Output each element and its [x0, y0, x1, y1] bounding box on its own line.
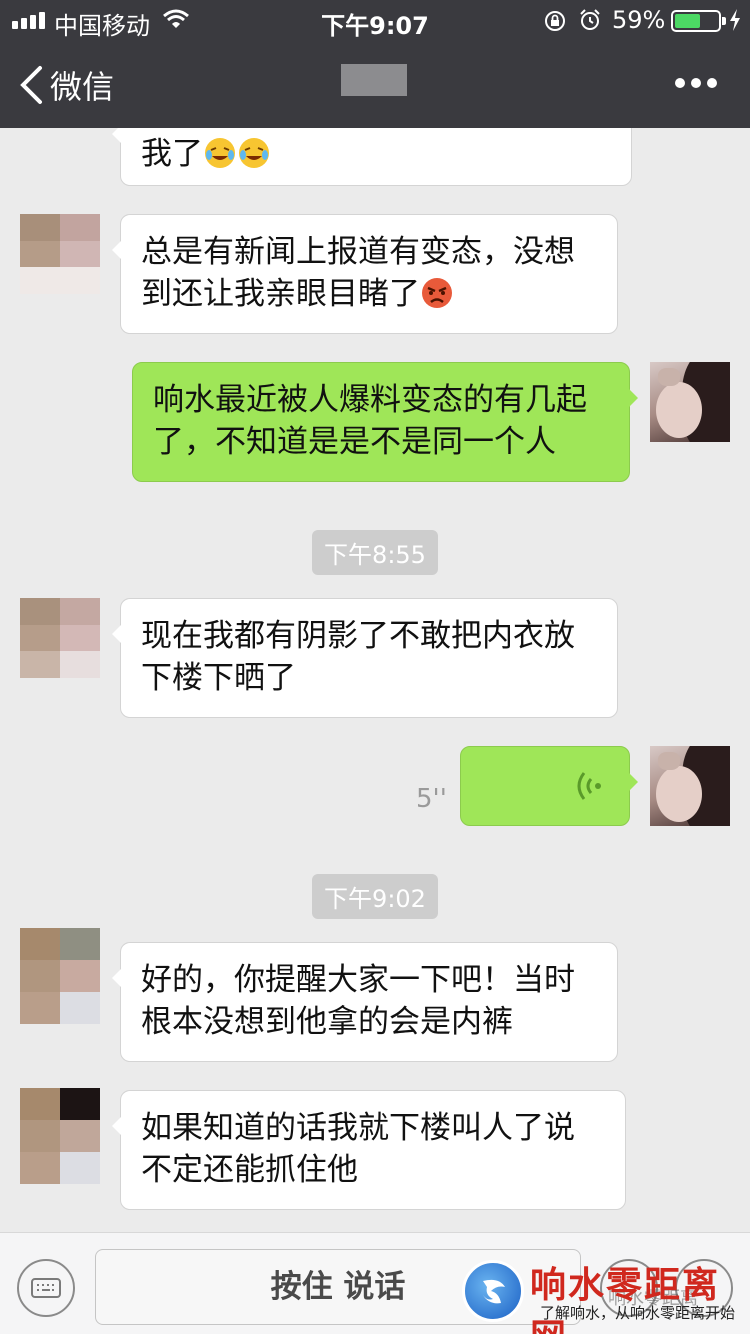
voice-wave-icon: [577, 772, 601, 800]
rotation-lock-icon: [545, 11, 565, 31]
charging-icon: [730, 9, 740, 31]
chevron-left-icon: [20, 66, 42, 104]
avatar[interactable]: [650, 746, 730, 826]
avatar[interactable]: [20, 214, 100, 294]
alarm-icon: [580, 9, 600, 30]
angry-face-emoji-icon: [422, 278, 452, 308]
battery-icon: [671, 10, 726, 32]
message-bubble-received[interactable]: 现在我都有阴影了不敢把内衣放下楼下晒了: [112, 598, 618, 718]
crying-laughing-emoji-icon: [205, 138, 235, 168]
message-bubble-received[interactable]: 总是有新闻上报道有变态，没想到还让我亲眼目睹了: [112, 214, 618, 334]
timestamp: 下午8:55: [0, 530, 750, 575]
keyboard-icon: [31, 1278, 61, 1298]
watermark: 响水零距离 响水零距离网 了解响水，从响水零距离开始: [458, 1252, 750, 1334]
voice-duration: 5'': [416, 784, 447, 814]
keyboard-toggle-button[interactable]: [17, 1259, 75, 1317]
chat-title-redacted: [341, 64, 407, 96]
battery-percent: 59%: [612, 6, 666, 34]
avatar[interactable]: [650, 362, 730, 442]
status-bar: 中国移动 下午9:07 59%: [0, 0, 750, 40]
nav-bar: 微信: [0, 40, 750, 128]
message-bubble-received[interactable]: 如果知道的话我就下楼叫人了说不定还能抓住他: [112, 1090, 626, 1210]
top-bar: 中国移动 下午9:07 59% 微信: [0, 0, 750, 128]
site-logo-icon: [462, 1260, 524, 1322]
avatar[interactable]: [20, 598, 100, 678]
back-label: 微信: [50, 68, 115, 106]
message-bubble-received[interactable]: 我了: [112, 128, 632, 186]
back-button[interactable]: 微信: [18, 62, 114, 108]
avatar[interactable]: [20, 928, 100, 1024]
avatar[interactable]: [20, 1088, 100, 1184]
watermark-subtitle: 了解响水，从响水零距离开始: [540, 1304, 736, 1322]
message-bubble-sent[interactable]: 响水最近被人爆料变态的有几起了，不知道是是不是同一个人: [132, 362, 638, 482]
more-options-button[interactable]: [675, 70, 723, 96]
voice-message-bubble[interactable]: [460, 746, 638, 826]
message-bubble-received[interactable]: 好的，你提醒大家一下吧！当时根本没想到他拿的会是内裤: [112, 942, 618, 1062]
crying-laughing-emoji-icon: [239, 138, 269, 168]
timestamp: 下午9:02: [0, 874, 750, 919]
chat-area[interactable]: 我了 总是有新闻上报道有变态，没想到还让我亲眼目睹了 响水最近被人爆料变态的有几…: [0, 128, 750, 1232]
